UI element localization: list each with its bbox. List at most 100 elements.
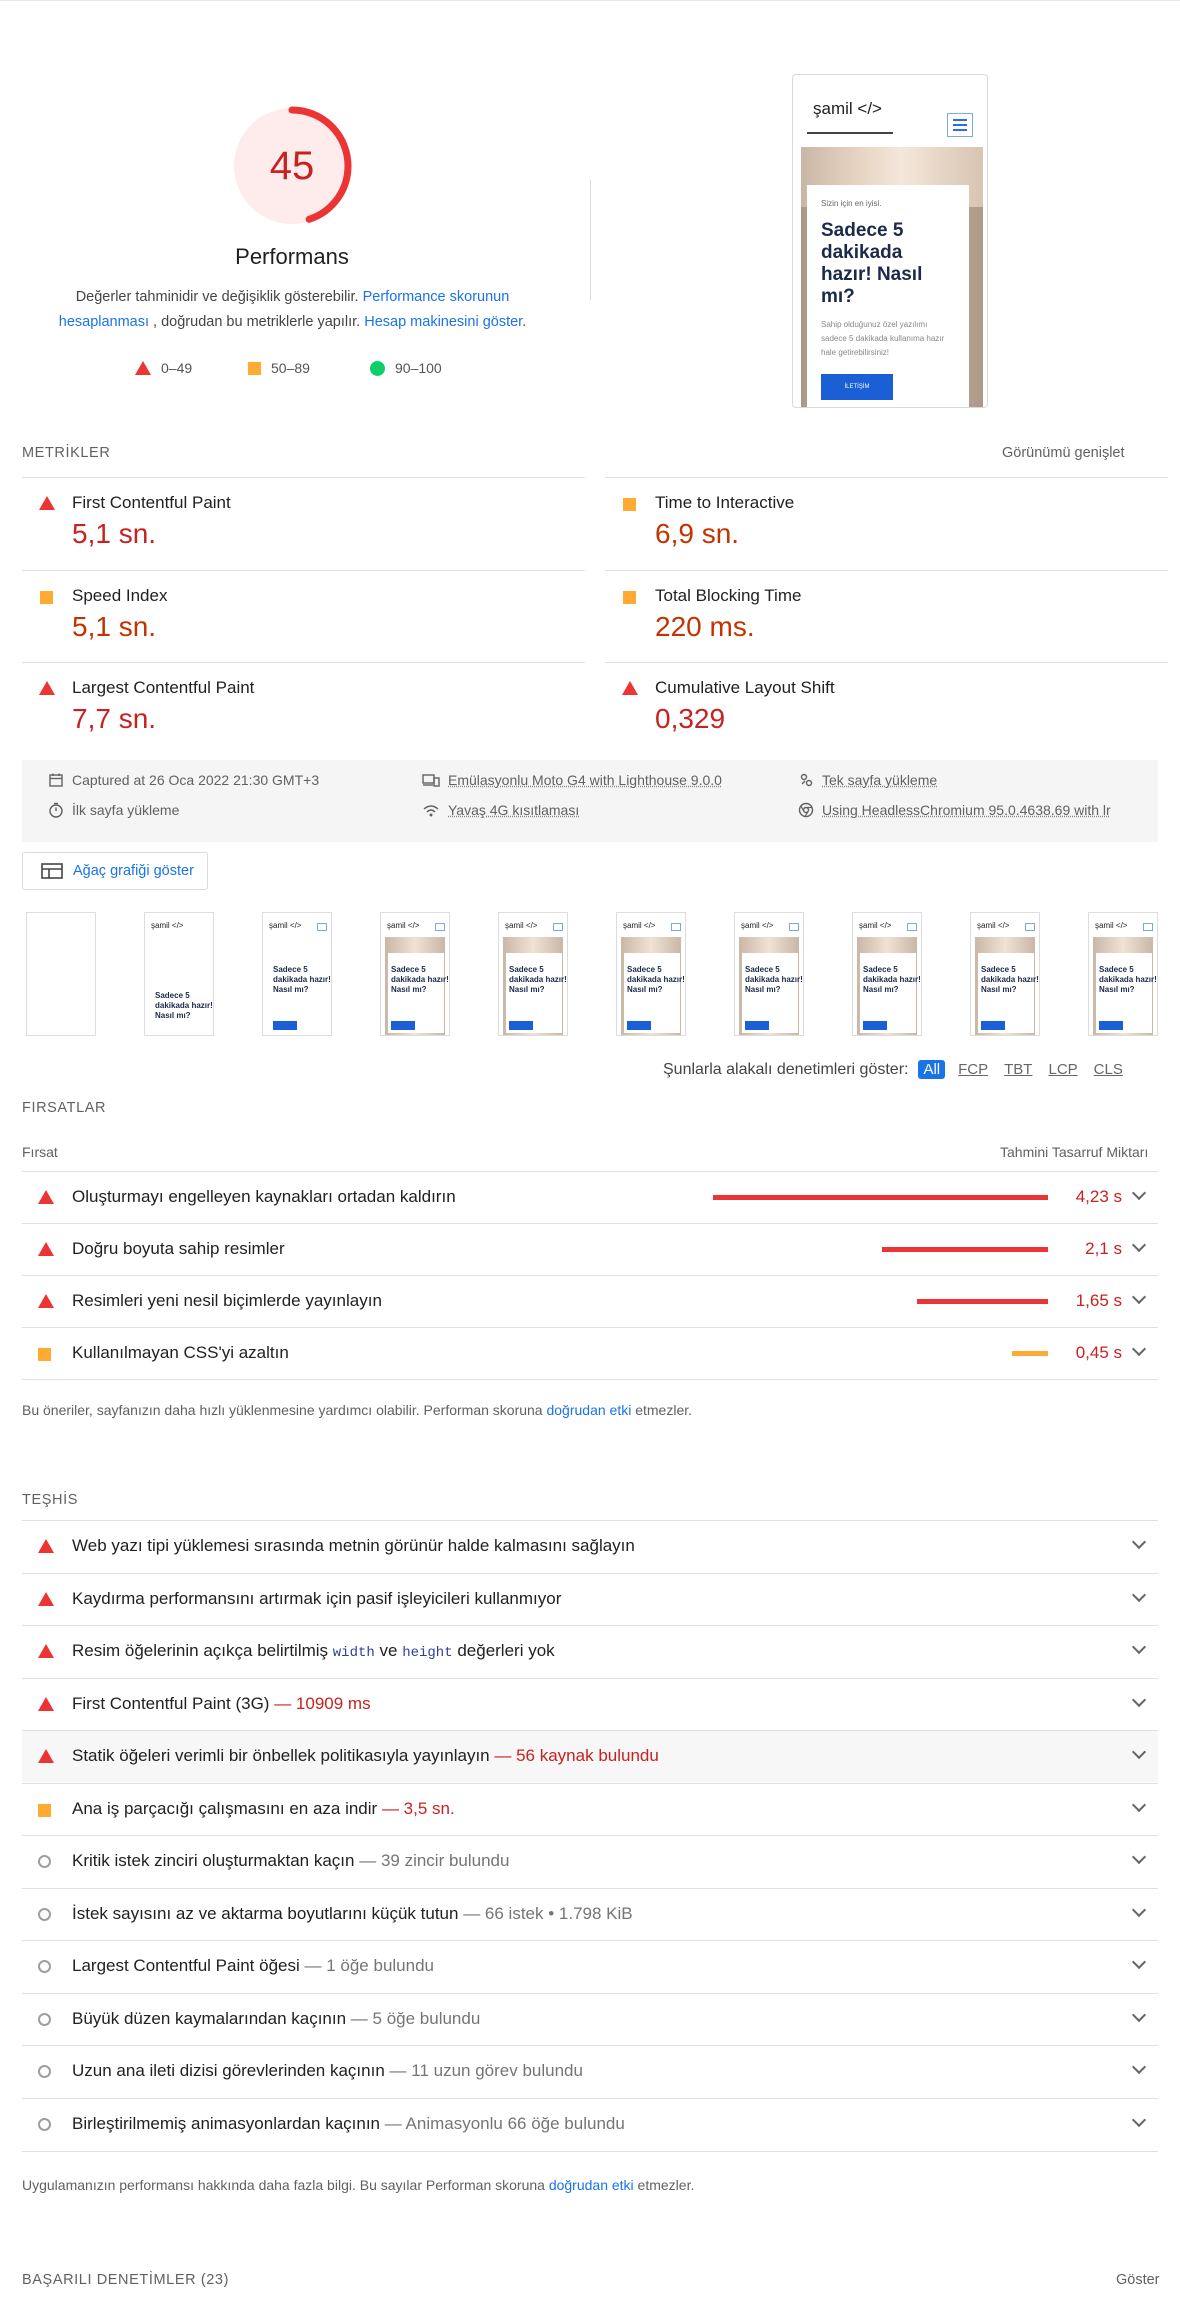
diagnostic-title: Kritik istek zinciri oluşturmaktan kaçın… — [72, 1851, 510, 1870]
chevron-down-icon[interactable] — [1131, 1587, 1147, 1602]
filmstrip-frame: şamil </> Sadece 5 dakikada hazır! Nasıl … — [734, 912, 804, 1036]
legend-fail: 0–49 — [135, 360, 192, 376]
passed-audits-show-toggle[interactable]: Göster — [1116, 2272, 1160, 2288]
captured-info: Captured at 26 Oca 2022 21:30 GMT+3 — [48, 772, 319, 788]
chevron-down-icon[interactable] — [1131, 2007, 1147, 2022]
filter-chip-cls[interactable]: CLS — [1091, 1061, 1126, 1078]
score-description: Değerler tahminidir ve değişiklik göster… — [58, 289, 527, 330]
preview-button: İLETİŞİM — [821, 374, 893, 400]
chevron-down-icon[interactable] — [1131, 2112, 1147, 2127]
chevron-down-icon[interactable] — [1131, 1692, 1147, 1707]
chevron-down-icon[interactable] — [1131, 2059, 1147, 2075]
diagnostic-title: Resim öğelerinin açıkça belirtilmiş widt… — [72, 1641, 555, 1661]
savings-bar — [917, 1299, 1048, 1304]
diagnostic-title: Kaydırma performansını artırmak için pas… — [72, 1588, 562, 1608]
throttle-info[interactable]: Yavaş 4G kısıtlaması — [422, 802, 579, 818]
devices-icon — [422, 774, 440, 787]
diagnostic-row[interactable]: Statik öğeleri verimli bir önbellek poli… — [22, 1730, 1158, 1782]
frame-headline: Sadece 5 dakikada hazır! Nasıl mı? — [155, 991, 213, 1020]
chevron-down-icon[interactable] — [1131, 1341, 1147, 1357]
filmstrip-frame: şamil </> Sadece 5 dakikada hazır! Nasıl … — [262, 912, 332, 1036]
diagnostic-row[interactable]: Uzun ana ileti dizisi görevlerinden kaçı… — [22, 2045, 1158, 2097]
chevron-down-icon[interactable] — [1131, 1954, 1147, 1970]
fail-triangle-icon — [38, 1190, 54, 1204]
fail-triangle-icon — [39, 496, 55, 510]
frame-headline: Sadece 5 dakikada hazır! Nasıl mı? — [273, 965, 331, 994]
filmstrip-frame: şamil </> Sadece 5 dakikada hazır! Nasıl … — [1088, 912, 1158, 1036]
diagnostic-detail: — 11 uzun görev bulundu — [389, 2061, 583, 2080]
average-square-icon — [38, 1803, 51, 1817]
frame-menu-icon — [317, 923, 327, 931]
diagnostic-title: Largest Contentful Paint öğesi — 1 öğe b… — [72, 1956, 434, 1975]
frame-headline: Sadece 5 dakikada hazır! Nasıl mı? — [745, 965, 803, 994]
frame-menu-icon — [789, 923, 799, 931]
chevron-down-icon[interactable] — [1131, 1902, 1147, 1917]
chevron-down-icon[interactable] — [1131, 1744, 1147, 1760]
chevron-down-icon[interactable] — [1131, 1797, 1147, 1812]
fail-triangle-icon — [38, 1749, 54, 1763]
info-circle-icon — [38, 2012, 51, 2026]
average-square-icon — [248, 361, 261, 375]
opportunities-label: FIRSATLAR — [22, 1100, 107, 1116]
opportunity-row[interactable]: Oluşturmayı engelleyen kaynakları ortada… — [22, 1171, 1158, 1223]
frame-headline: Sadece 5 dakikada hazır! Nasıl mı? — [627, 965, 685, 994]
filter-chip-tbt[interactable]: TBT — [1001, 1061, 1035, 1078]
fail-triangle-icon — [38, 1242, 54, 1256]
direct-impact-link[interactable]: doğrudan etki — [546, 1402, 631, 1418]
filmstrip-frame: şamil </> Sadece 5 dakikada hazır! Nasıl … — [616, 912, 686, 1036]
browser-info[interactable]: Using HeadlessChromium 95.0.4638.69 with… — [798, 802, 1111, 818]
diagnostic-row[interactable]: Birleştirilmemiş animasyonlardan kaçının… — [22, 2097, 1158, 2150]
diagnostic-detail: — 56 kaynak bulundu — [494, 1746, 659, 1765]
expand-view-toggle[interactable]: Görünümü genişlet — [1002, 445, 1125, 461]
opportunity-row[interactable]: Doğru boyuta sahip resimler 2,1 s — [22, 1223, 1158, 1275]
frame-brand: şamil </> — [741, 921, 774, 930]
opportunity-row[interactable]: Kullanılmayan CSS'yi azaltın 0,45 s — [22, 1327, 1158, 1379]
chrome-icon — [798, 802, 814, 818]
opportunity-title: Kullanılmayan CSS'yi azaltın — [72, 1343, 289, 1362]
diagnostic-row[interactable]: Büyük düzen kaymalarından kaçının — 5 öğ… — [22, 1992, 1158, 2045]
frame-menu-icon — [435, 923, 445, 931]
metric-cls: Cumulative Layout Shift 0,329 — [605, 662, 1168, 754]
single-load-info[interactable]: Tek sayfa yükleme — [798, 772, 937, 788]
frame-brand: şamil </> — [977, 921, 1010, 930]
diagnostic-row[interactable]: Web yazı tipi yüklemesi sırasında metnin… — [22, 1520, 1158, 1572]
score-value: 45 — [269, 143, 315, 188]
chevron-down-icon[interactable] — [1131, 1237, 1147, 1253]
diagnostic-row[interactable]: Kaydırma performansını artırmak için pas… — [22, 1572, 1158, 1625]
diagnostic-row[interactable]: Kritik istek zinciri oluşturmaktan kaçın… — [22, 1835, 1158, 1887]
filter-chip-all[interactable]: All — [918, 1060, 946, 1079]
chevron-down-icon[interactable] — [1131, 1185, 1147, 1201]
diagnostic-row[interactable]: Ana iş parçacığı çalışmasını en aza indi… — [22, 1782, 1158, 1835]
fail-triangle-icon — [135, 361, 151, 375]
diagnostic-row[interactable]: First Contentful Paint (3G) — 10909 ms — [22, 1677, 1158, 1730]
opportunity-title: Oluşturmayı engelleyen kaynakları ortada… — [72, 1187, 456, 1206]
treemap-button[interactable]: Ağaç grafiği göster — [22, 852, 208, 890]
frame-headline: Sadece 5 dakikada hazır! Nasıl mı? — [981, 965, 1039, 994]
filter-chip-lcp[interactable]: LCP — [1045, 1061, 1080, 1078]
opportunities-note: Bu öneriler, sayfanızın daha hızlı yükle… — [22, 1402, 693, 1418]
calculator-link[interactable]: Hesap makinesini göster — [364, 314, 522, 330]
vertical-divider — [590, 180, 591, 300]
calendar-icon — [49, 773, 63, 787]
diagnostic-row[interactable]: Resim öğelerinin açıkça belirtilmiş widt… — [22, 1625, 1158, 1677]
diagnostic-detail: — 5 öğe bulundu — [350, 2008, 481, 2028]
chevron-down-icon[interactable] — [1131, 1534, 1147, 1550]
emulation-info[interactable]: Emülasyonlu Moto G4 with Lighthouse 9.0.… — [422, 772, 722, 788]
chevron-down-icon[interactable] — [1131, 1289, 1147, 1305]
info-circle-icon — [38, 1907, 51, 1921]
direct-impact-link[interactable]: doğrudan etki — [549, 2177, 634, 2193]
filmstrip-frame — [26, 912, 96, 1036]
diagnostic-row[interactable]: İstek sayısını az ve aktarma boyutlarını… — [22, 1887, 1158, 1940]
diagnostic-row[interactable]: Largest Contentful Paint öğesi — 1 öğe b… — [22, 1940, 1158, 1992]
final-screenshot[interactable]: şamil </> Sizin için en iyisi. Sadece 5 … — [792, 74, 988, 408]
audit-filter: Şunlarla alakalı denetimleri göster: All… — [663, 1060, 1126, 1079]
savings-value: 2,1 s — [1085, 1239, 1122, 1258]
average-square-icon — [623, 591, 636, 604]
opportunity-row[interactable]: Resimleri yeni nesil biçimlerde yayınlay… — [22, 1275, 1158, 1327]
diagnostic-title: Statik öğeleri verimli bir önbellek poli… — [72, 1746, 659, 1765]
savings-value: 4,23 s — [1075, 1187, 1122, 1206]
filmstrip-frame: şamil </> Sadece 5 dakikada hazır! Nasıl … — [144, 912, 214, 1036]
filter-chip-fcp[interactable]: FCP — [955, 1061, 991, 1078]
chevron-down-icon[interactable] — [1131, 1639, 1147, 1655]
chevron-down-icon[interactable] — [1131, 1849, 1147, 1865]
